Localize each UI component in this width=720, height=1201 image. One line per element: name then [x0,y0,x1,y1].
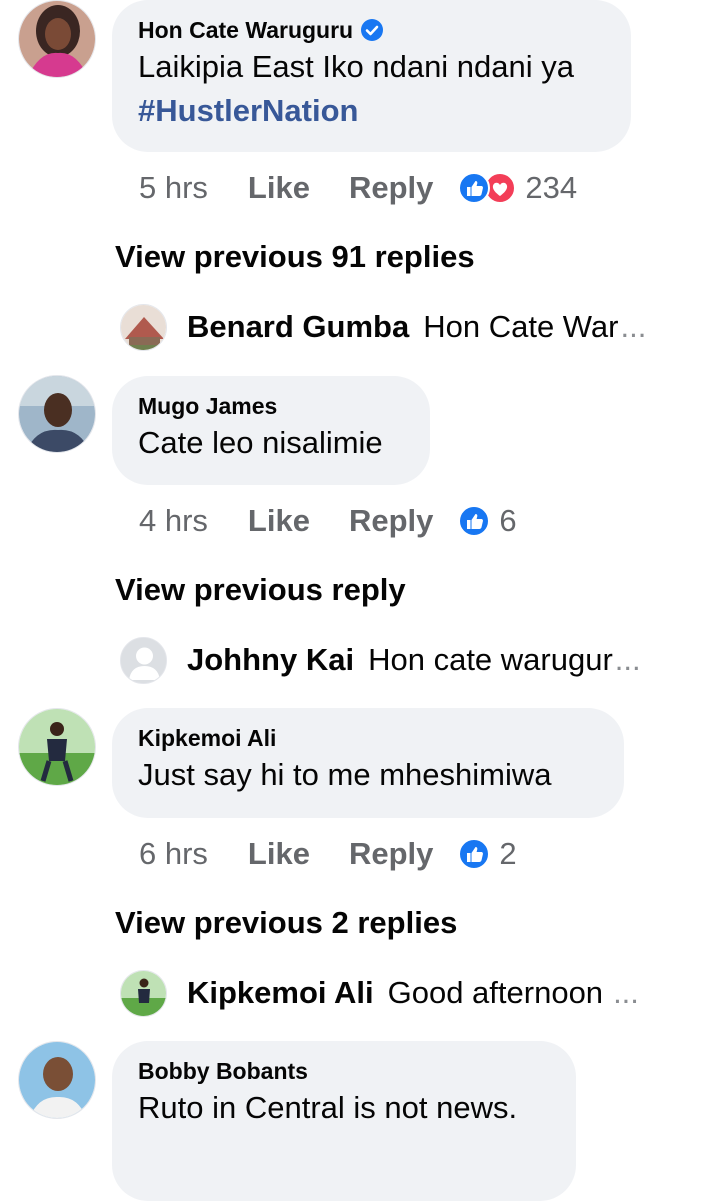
view-previous-replies-link[interactable]: View previous 91 replies [115,237,475,277]
like-button[interactable]: Like [248,836,310,872]
comment-text: Just say hi to me mheshimiwa [138,757,552,792]
reactions-summary[interactable]: 6 [457,503,517,539]
comment-time[interactable]: 5 hrs [139,170,208,206]
reaction-count: 234 [525,170,578,205]
comment-time[interactable]: 6 hrs [139,836,208,872]
reactions-summary[interactable]: 234 [457,170,577,206]
avatar-kipkemoi-ali-small[interactable] [120,969,167,1017]
reply-preview-ellipsis: ... [614,642,641,677]
like-icon [457,171,491,205]
comment-text: Cate leo nisalimie [138,425,383,460]
view-previous-replies-link[interactable]: View previous reply [115,570,406,610]
verified-badge-icon [361,19,384,41]
reply-preview-author[interactable]: Johhny Kai [187,642,354,678]
avatar-benard-gumba[interactable] [120,303,167,351]
reaction-count: 6 [499,503,517,538]
avatar-mugo-james[interactable] [18,375,96,453]
reply-preview-ellipsis: ... [613,975,639,1010]
reply-button[interactable]: Reply [349,503,433,539]
comment-bubble[interactable]: Bobby Bobants Ruto in Central is not new… [112,1041,576,1201]
reply-button[interactable]: Reply [349,170,433,206]
like-icon [457,837,491,871]
comment-actions: 5 hrs Like Reply 234 [139,168,577,208]
reply-preview-text: Good afternoon [387,975,604,1010]
reply-preview-row[interactable]: Kipkemoi Ali Good afternoon ... [120,968,639,1018]
comment-actions: 6 hrs Like Reply 2 [139,834,517,874]
like-icon [457,504,491,538]
view-previous-replies-link[interactable]: View previous 2 replies [115,903,457,943]
comment-text: Ruto in Central is not news. [138,1090,518,1125]
avatar-bobby-bobants[interactable] [18,1041,96,1119]
avatar-hon-cate-waruguru[interactable] [18,0,96,78]
comment-time[interactable]: 4 hrs [139,503,208,539]
avatar-kipkemoi-ali[interactable] [18,708,96,786]
comment-author[interactable]: Bobby Bobants [138,1057,550,1085]
reply-preview-row[interactable]: Johhny Kai Hon cate warugur ... [120,635,641,685]
reply-preview-author[interactable]: Benard Gumba [187,309,409,345]
like-button[interactable]: Like [248,503,310,539]
reply-preview-row[interactable]: Benard Gumba Hon Cate War ... [120,302,646,352]
comment-author[interactable]: Hon Cate Waruguru [138,16,605,44]
comment-author[interactable]: Kipkemoi Ali [138,724,598,752]
reply-preview-author[interactable]: Kipkemoi Ali [187,975,374,1011]
avatar-johhny-kai[interactable] [120,636,167,684]
comment-actions: 4 hrs Like Reply 6 [139,501,517,541]
hashtag-link[interactable]: #HustlerNation [138,90,605,132]
comment-author[interactable]: Mugo James [138,392,404,420]
reply-preview-ellipsis: ... [620,309,647,344]
reply-preview-text: Hon Cate War [423,309,619,344]
comment-bubble[interactable]: Hon Cate Waruguru Laikipia East Iko ndan… [112,0,631,152]
reply-preview-text: Hon cate warugur [368,642,613,677]
comment-bubble[interactable]: Mugo James Cate leo nisalimie [112,376,430,485]
reactions-summary[interactable]: 2 [457,836,517,872]
like-button[interactable]: Like [248,170,310,206]
comment-bubble[interactable]: Kipkemoi Ali Just say hi to me mheshimiw… [112,708,624,818]
reply-button[interactable]: Reply [349,836,433,872]
comment-text: Laikipia East Iko ndani ndani ya [138,49,575,84]
reaction-count: 2 [499,836,517,871]
